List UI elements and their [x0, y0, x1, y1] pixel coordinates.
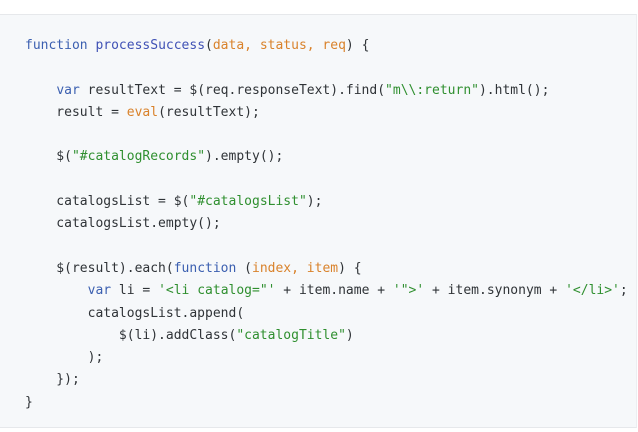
code-token-plain: catalogsList.append( — [25, 305, 245, 321]
code-token-string: "m\\:return" — [385, 82, 479, 98]
code-token-string: '</li>' — [565, 283, 620, 299]
code-token-plain: + item.name + — [275, 283, 393, 299]
code-token-plain: ; — [619, 283, 628, 299]
code-token-plain: ).html(); — [478, 82, 550, 98]
code-token-plain: (resultText); — [158, 104, 260, 120]
code-token-name: processSuccess — [95, 38, 206, 53]
code-token-param: index, item — [252, 260, 339, 276]
code-token-plain: ); — [25, 350, 104, 366]
code-line: ); — [25, 347, 628, 369]
code-line: }); — [25, 369, 628, 391]
code-line: } — [25, 392, 628, 414]
code-line: catalogsList = $("#catalogsList"); — [25, 191, 628, 213]
code-token-plain: }); — [25, 372, 80, 388]
code-token-plain: ) { — [345, 38, 370, 53]
code-token-plain: ) — [345, 327, 354, 343]
code-line: result = eval(resultText); — [25, 102, 628, 124]
code-token-plain: $(result).each( — [25, 260, 174, 276]
code-token-keyword: var — [87, 283, 112, 299]
code-token-string: '">' — [392, 283, 425, 299]
code-token-plain: ) { — [338, 260, 362, 276]
code-token-plain: result = — [25, 104, 127, 120]
code-token-plain: ); — [306, 194, 323, 210]
code-line: catalogsList.append( — [25, 303, 628, 325]
code-token-plain: catalogsList.empty(); — [25, 216, 221, 232]
code-line: $("#catalogRecords").empty(); — [25, 146, 628, 168]
code-line: var li = '<li catalog="' + item.name + '… — [25, 280, 628, 302]
code-token-plain: ( — [205, 38, 213, 53]
code-token-plain: } — [25, 394, 33, 410]
code-token-string: '<li catalog="' — [158, 283, 276, 299]
code-line: function processSuccess(data, status, re… — [25, 35, 628, 57]
code-token-plain: catalogsList = $( — [25, 194, 190, 210]
code-token-string: "#catalogsList" — [189, 194, 307, 210]
code-token-plain: $( — [25, 149, 72, 165]
code-line: $(result).each(function (index, item) { — [25, 258, 628, 280]
code-block: function processSuccess(data, status, re… — [0, 14, 637, 428]
code-line: $(li).addClass("catalogTitle") — [25, 325, 628, 347]
code-token-plain: ).empty(); — [205, 149, 284, 165]
code-token-plain: resultText = $(req.responseText).find( — [79, 82, 386, 98]
code-token-plain: ( — [236, 260, 252, 276]
code-token-string: "catalogTitle" — [236, 327, 346, 343]
code-token-keyword: function — [25, 38, 88, 53]
code-lines: function processSuccess(data, status, re… — [25, 35, 628, 414]
code-line: var resultText = $(req.responseText).fin… — [25, 80, 628, 102]
code-token-builtin: eval — [126, 104, 159, 120]
code-token-string: "#catalogRecords" — [71, 149, 206, 165]
code-token-plain: li = — [111, 283, 159, 299]
code-token-plain: + item.synonym + — [424, 283, 566, 299]
code-line: catalogsList.empty(); — [25, 213, 628, 235]
code-token-param: data, status, req — [212, 38, 346, 53]
code-token-keyword: function — [173, 260, 237, 276]
code-token-keyword: var — [56, 82, 80, 98]
code-token-plain: $(li).addClass( — [25, 327, 237, 343]
